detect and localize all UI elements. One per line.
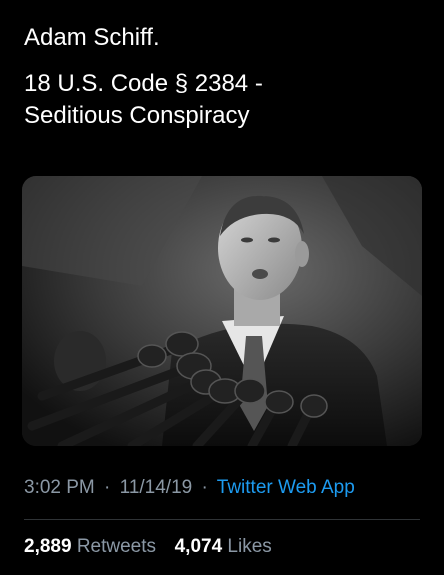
tweet-text-line-1: Adam Schiff. [24,24,160,51]
retweets-count: 2,889 [24,536,72,557]
tweet-text-line-3: Seditious Conspiracy [24,102,250,129]
retweets-stat[interactable]: 2,889 Retweets [24,536,161,557]
photo-image [22,176,422,446]
tweet-metadata: 3:02 PM · 11/14/19 · Twitter Web App [24,476,355,500]
tweet-stats: 2,889 Retweets 4,074 Likes [24,535,272,559]
likes-stat[interactable]: 4,074 Likes [175,536,272,557]
divider [24,519,420,520]
tweet-date[interactable]: 11/14/19 [120,477,193,498]
tweet-text-line-2: 18 U.S. Code § 2384 - [24,70,263,97]
likes-count: 4,074 [174,536,223,557]
separator-dot: · [201,477,208,498]
tweet-text: Adam Schiff. 18 U.S. Code § 2384 - Sedit… [24,22,424,132]
retweets-label: Retweets [76,536,157,557]
tweet-photo[interactable] [22,176,422,446]
tweet-source-link[interactable]: Twitter Web App [217,477,355,498]
tweet-time[interactable]: 3:02 PM [24,477,95,498]
separator-dot: · [104,477,111,498]
likes-label: Likes [227,536,272,557]
